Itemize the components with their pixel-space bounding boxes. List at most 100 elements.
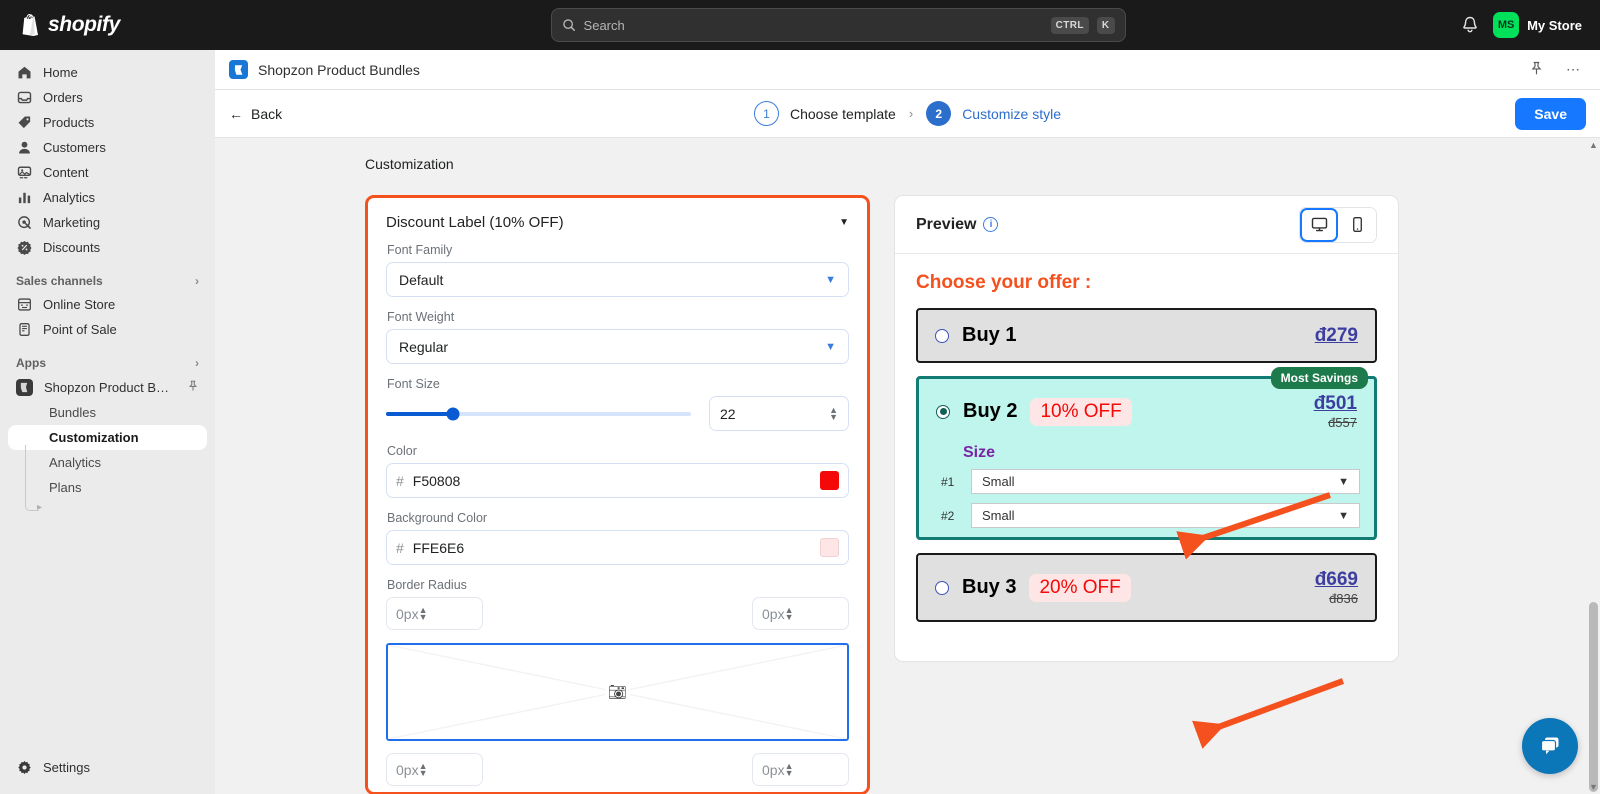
chevron-down-icon: ▼ (1338, 509, 1349, 522)
pin-icon[interactable] (187, 380, 199, 395)
offer-main-row: Buy 1 đ279 (918, 310, 1375, 361)
offer-card-buy-2[interactable]: Most Savings Buy 2 10% OFF đ501 đ557 Siz… (916, 367, 1377, 540)
preview-body: Choose your offer : Buy 1 đ279 Most Savi… (895, 254, 1398, 661)
sidebar-item-content[interactable]: Content (8, 160, 207, 185)
topbar-right: MS My Store (1461, 12, 1600, 38)
radius-top-left-stepper[interactable]: 0px ▲ ▼ (386, 597, 483, 630)
card-header[interactable]: Discount Label (10% OFF) ▼ (386, 214, 849, 231)
chevron-right-icon: › (195, 274, 199, 288)
sidebar-item-bundles-label: Bundles (49, 405, 96, 420)
offer-radio[interactable] (936, 404, 950, 419)
color-field[interactable]: # F50808 (386, 463, 849, 498)
status-badge: Most Savings (1270, 367, 1368, 389)
apps-header[interactable]: Apps › (16, 356, 199, 370)
sidebar-item-point-of-sale-label: Point of Sale (43, 322, 117, 337)
chat-widget-button[interactable] (1522, 718, 1578, 774)
scroll-down-icon[interactable]: ▼ (1589, 782, 1598, 792)
radius-bottom-left-stepper[interactable]: 0px ▲ ▼ (386, 753, 483, 786)
stepper-arrows-icon[interactable]: ▲ ▼ (785, 761, 794, 777)
sidebar-item-orders[interactable]: Orders (8, 85, 207, 110)
hash-prefix: # (396, 539, 404, 556)
sidebar-item-home[interactable]: Home (8, 60, 207, 85)
sales-channels-header[interactable]: Sales channels › (16, 274, 199, 288)
search-input[interactable]: Search CTRL K (550, 8, 1126, 42)
desktop-icon[interactable] (1300, 207, 1338, 242)
sidebar-item-online-store[interactable]: Online Store (8, 292, 207, 317)
step-2-label[interactable]: Customize style (962, 106, 1061, 122)
stepper-arrows-icon[interactable]: ▲ ▼ (419, 605, 428, 621)
font-family-select[interactable]: Default ▼ (386, 262, 849, 297)
stepper-arrows-icon[interactable]: ▲ ▼ (419, 761, 428, 777)
save-button[interactable]: Save (1515, 97, 1586, 130)
preview-title: Preview (916, 215, 977, 233)
variant-select-2[interactable]: Small ▼ (971, 503, 1360, 528)
offer-price: đ279 (1314, 324, 1358, 346)
search-kbd-ctrl: CTRL (1050, 16, 1089, 34)
avatar: MS (1493, 12, 1520, 38)
sidebar-item-marketing[interactable]: Marketing (8, 210, 207, 235)
sidebar-item-settings[interactable]: Settings (8, 754, 207, 780)
font-size-slider[interactable] (386, 407, 691, 420)
background-color-swatch[interactable] (820, 538, 839, 557)
sidebar-item-bundles[interactable]: Bundles (8, 400, 207, 425)
variant-select-1[interactable]: Small ▼ (971, 469, 1360, 494)
bar-chart-icon (16, 190, 32, 206)
variant-row: #1 Small ▼ (919, 469, 1374, 503)
scrollbar-thumb[interactable] (1589, 602, 1598, 792)
shopify-logo[interactable]: shopify (0, 13, 215, 37)
home-icon (16, 65, 32, 81)
sidebar-app-shopzon[interactable]: Shopzon Product Bun... (8, 374, 207, 400)
app-icon (229, 60, 248, 79)
bell-icon[interactable] (1461, 16, 1479, 35)
sidebar-item-discounts[interactable]: Discounts (8, 235, 207, 260)
stepper-arrows-icon[interactable]: ▲ ▼ (829, 405, 838, 421)
radius-bottom-right-value: 0px (762, 761, 785, 778)
offer-card-buy-1[interactable]: Buy 1 đ279 (916, 308, 1377, 363)
offer-radio[interactable] (935, 328, 949, 343)
chat-bubble-icon (1540, 737, 1559, 755)
main-sidebar: Home Orders Products Customers Content A… (0, 50, 215, 794)
stepper-arrows-icon[interactable]: ▲ ▼ (785, 605, 794, 621)
step-1-label[interactable]: Choose template (790, 106, 896, 122)
sidebar-item-customers[interactable]: Customers (8, 135, 207, 160)
radius-bottom-right-stepper[interactable]: 0px ▲ ▼ (752, 753, 849, 786)
font-family-label: Font Family (387, 243, 453, 257)
sidebar-item-point-of-sale[interactable]: Point of Sale (8, 317, 207, 342)
color-swatch[interactable] (820, 471, 839, 490)
sidebar-item-home-label: Home (43, 65, 78, 80)
offer-label: Buy 1 (962, 324, 1017, 346)
ellipsis-icon[interactable]: ⋯ (1560, 61, 1586, 78)
slider-fill (386, 411, 454, 416)
page-scrollbar[interactable]: ▲ ▼ (1589, 140, 1598, 792)
step-2-number[interactable]: 2 (926, 101, 952, 126)
sidebar-item-analytics[interactable]: Analytics (8, 185, 207, 210)
font-size-stepper[interactable]: 22 ▲ ▼ (709, 396, 849, 431)
font-weight-select[interactable]: Regular ▼ (386, 329, 849, 364)
radius-bottom-left-value: 0px (396, 761, 419, 778)
step-1-number[interactable]: 1 (754, 101, 779, 126)
scroll-up-icon[interactable]: ▲ (1589, 140, 1598, 150)
sidebar-item-products[interactable]: Products (8, 110, 207, 135)
background-color-field[interactable]: # FFE6E6 (386, 530, 849, 565)
back-button[interactable]: ← Back (229, 106, 282, 122)
offer-card-buy-3[interactable]: Buy 3 20% OFF đ669 đ836 (916, 553, 1377, 622)
store-switcher[interactable]: MS My Store (1493, 12, 1582, 38)
sidebar-item-customization-label: Customization (49, 430, 139, 445)
radius-top-right-stepper[interactable]: 0px ▲ ▼ (752, 597, 849, 630)
offer-price: đ669 (1314, 569, 1358, 590)
chevron-down-icon[interactable]: ▼ (839, 217, 849, 228)
font-family-value: Default (399, 271, 444, 288)
mobile-icon[interactable] (1338, 207, 1376, 242)
variant-index: #2 (941, 508, 955, 523)
main-region: Shopzon Product Bundles ⋯ ← Back 1 Choos… (215, 50, 1600, 794)
pin-icon[interactable] (1523, 61, 1550, 79)
broken-image-placeholder[interactable]: 📷︎ (386, 643, 849, 741)
info-icon[interactable]: i (983, 217, 999, 232)
offer-radio[interactable] (935, 580, 949, 595)
slider-handle[interactable] (446, 407, 460, 420)
offer-price: đ501 (1313, 393, 1357, 414)
color-label: Color (387, 444, 417, 458)
offer-old-price: đ836 (1329, 591, 1358, 606)
radius-top-right-value: 0px (762, 605, 785, 622)
search-icon (562, 19, 575, 31)
